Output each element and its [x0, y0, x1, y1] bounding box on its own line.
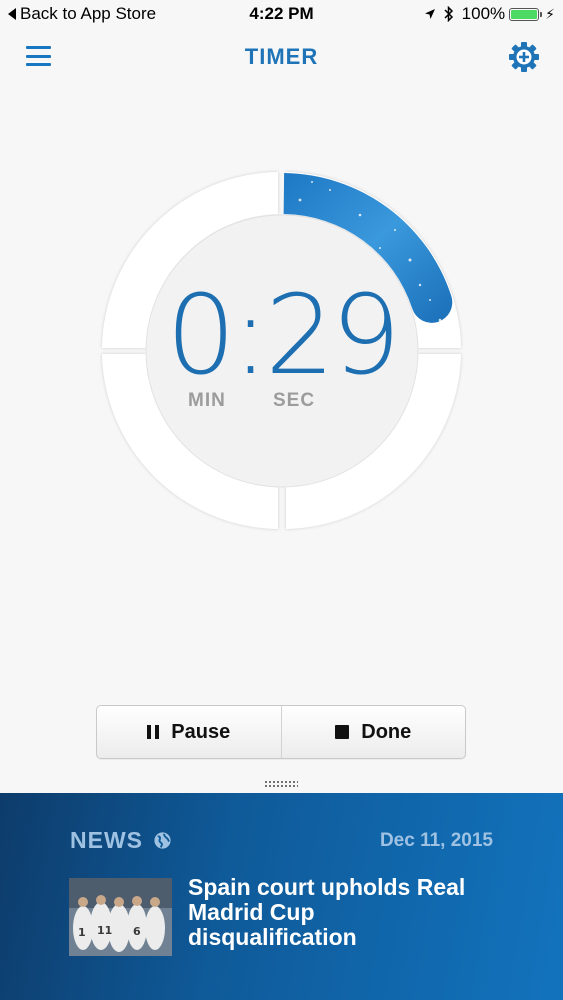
timer-seconds: 29	[265, 271, 401, 399]
timer-screen: Back to App Store 4:22 PM 100% ⚡ TIMER 0…	[0, 0, 563, 1000]
timer-readout: 0:29	[0, 280, 563, 390]
pause-label: Pause	[171, 720, 231, 743]
done-button[interactable]: Done	[280, 706, 466, 758]
news-thumbnail[interactable]: 1 11 6	[69, 878, 172, 956]
news-panel[interactable]: NEWS Dec 11, 2015 1 11 6 Spain court uph…	[0, 793, 563, 1000]
news-date: Dec 11, 2015	[379, 830, 493, 851]
globe-icon	[154, 832, 171, 849]
drag-handle[interactable]	[264, 780, 298, 788]
svg-text:6: 6	[133, 925, 141, 938]
pause-button[interactable]: Pause	[97, 706, 281, 758]
news-photo: 1 11 6	[69, 878, 172, 956]
svg-text:1: 1	[78, 926, 86, 939]
min-label: MIN	[188, 390, 226, 411]
timer-controls: Pause Done	[96, 705, 466, 759]
stop-icon	[335, 725, 350, 739]
sec-label: SEC	[273, 390, 316, 411]
svg-text:11: 11	[97, 924, 112, 937]
done-label: Done	[361, 720, 412, 743]
news-label-text: NEWS	[70, 827, 143, 853]
timer-minutes: 0	[165, 271, 236, 399]
timer-separator: :	[231, 271, 269, 399]
pause-icon	[147, 725, 160, 739]
news-section-label: NEWS	[70, 827, 172, 854]
news-headline[interactable]: Spain court upholds Real Madrid Cup disq…	[188, 875, 488, 950]
